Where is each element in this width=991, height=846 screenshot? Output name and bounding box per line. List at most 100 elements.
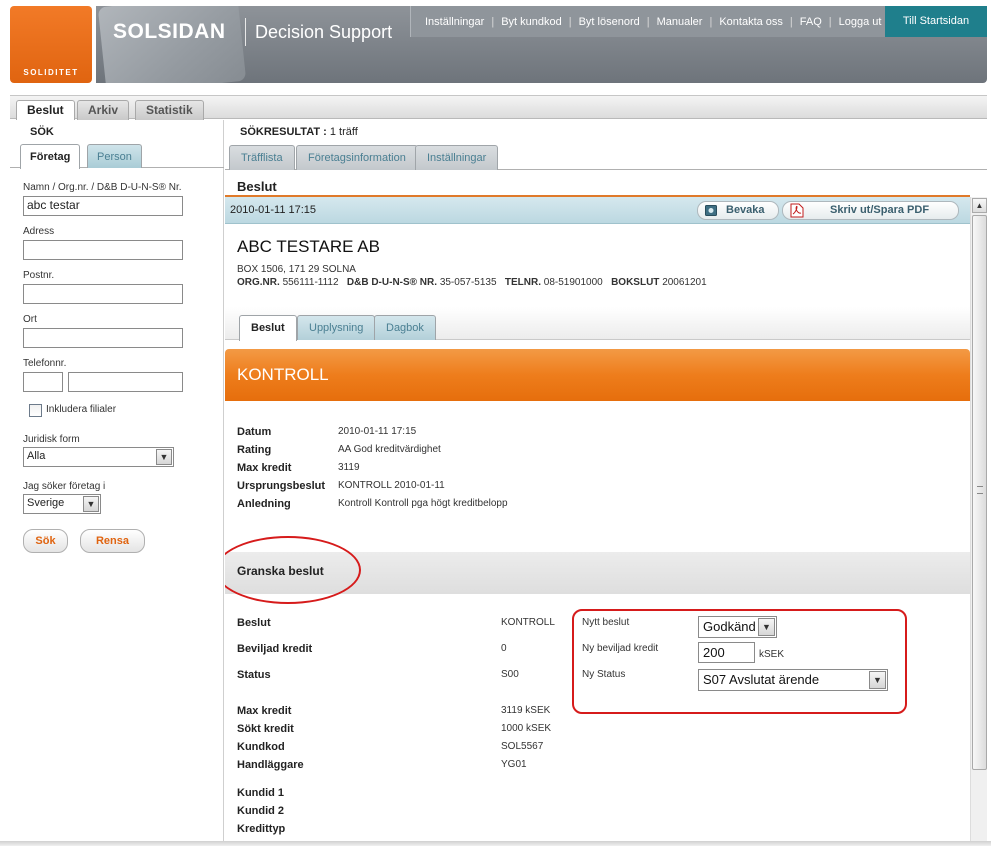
nav-link-label[interactable]: Logga ut bbox=[839, 16, 882, 28]
nav-byt-losenord[interactable]: Byt lösenord | bbox=[579, 16, 657, 28]
detail-value: AA God kreditvärdighet bbox=[338, 444, 441, 455]
tab-beslut[interactable]: Beslut bbox=[16, 100, 75, 121]
new-status-select[interactable]: S07 Avslutat ärende ▼ bbox=[698, 669, 888, 691]
nav-byt-kundkod[interactable]: Byt kundkod | bbox=[501, 16, 578, 28]
tel-label: TELNR. bbox=[504, 277, 541, 288]
tab-arkiv[interactable]: Arkiv bbox=[77, 100, 130, 120]
decision-heading: Beslut bbox=[237, 179, 277, 194]
ort-input[interactable] bbox=[23, 328, 183, 348]
review-label: Beslut bbox=[237, 617, 271, 629]
results-label: SÖKRESULTAT : bbox=[240, 126, 327, 138]
review-label: Sökt kredit bbox=[237, 723, 294, 735]
chevron-down-icon[interactable]: ▼ bbox=[758, 618, 775, 636]
new-credit-input[interactable]: 200 bbox=[698, 642, 755, 663]
new-status-label: Ny Status bbox=[582, 669, 626, 680]
detail-label: Anledning bbox=[237, 498, 291, 510]
tab-trafflista[interactable]: Träfflista bbox=[229, 145, 295, 170]
search-button[interactable]: Sök bbox=[23, 529, 68, 553]
chevron-down-icon[interactable]: ▼ bbox=[83, 496, 99, 512]
chevron-down-icon[interactable]: ▼ bbox=[869, 671, 886, 689]
tab-upplysning[interactable]: Upplysning bbox=[297, 315, 376, 340]
watch-button[interactable]: Bevaka bbox=[697, 201, 779, 220]
phone-number-input[interactable] bbox=[68, 372, 183, 392]
review-value: 1000 kSEK bbox=[501, 723, 552, 734]
phone-label: Telefonnr. bbox=[23, 358, 67, 369]
decision-toolbar: 2010-01-11 17:15 Bevaka Skriv ut/Spara P… bbox=[225, 197, 970, 224]
nav-kontakta-oss[interactable]: Kontakta oss | bbox=[719, 16, 799, 28]
nav-link-label[interactable]: Manualer bbox=[657, 16, 703, 28]
name-orgnr-input[interactable]: abc testar bbox=[23, 196, 183, 216]
logo-text: SOLIDITET bbox=[23, 68, 79, 77]
tab-inner-beslut[interactable]: Beslut bbox=[239, 315, 297, 341]
review-label: Max kredit bbox=[237, 705, 292, 717]
company-name: ABC TESTARE AB bbox=[237, 237, 380, 256]
review-label: Beviljad kredit bbox=[237, 643, 313, 655]
start-page-button[interactable]: Till Startsidan bbox=[885, 6, 987, 37]
company-identifiers: ORG.NR. 556111-1112 D&B D-U-N-S® NR. 35-… bbox=[237, 277, 707, 288]
main-tabs: Beslut Arkiv Statistik bbox=[10, 95, 987, 121]
review-label: Handläggare bbox=[237, 759, 304, 771]
search-panel: SÖK Företag Person Namn / Org.nr. / D&B … bbox=[10, 120, 224, 846]
review-label: Kredittyp bbox=[237, 823, 286, 835]
nav-link-label[interactable]: FAQ bbox=[800, 16, 822, 28]
results-count: 1 träff bbox=[329, 126, 358, 138]
brand-subtitle: Decision Support bbox=[255, 22, 393, 42]
nav-link-label[interactable]: Inställningar bbox=[425, 16, 484, 28]
postnr-label: Postnr. bbox=[23, 270, 55, 281]
search-title: SÖK bbox=[30, 126, 54, 138]
nav-link-label[interactable]: Byt lösenord bbox=[579, 16, 640, 28]
tab-person[interactable]: Person bbox=[87, 144, 142, 168]
legal-form-select[interactable]: Alla ▼ bbox=[23, 447, 174, 467]
print-pdf-label: Skriv ut/Spara PDF bbox=[830, 204, 930, 216]
bokslut-value: 20061201 bbox=[662, 277, 707, 288]
tab-foretagsinformation[interactable]: Företagsinformation bbox=[296, 145, 418, 170]
decision-content[interactable]: 2010-01-11 17:15 Bevaka Skriv ut/Spara P… bbox=[225, 197, 987, 846]
scroll-up-icon[interactable]: ▲ bbox=[972, 198, 987, 213]
detail-value: KONTROLL 2010-01-11 bbox=[338, 480, 445, 491]
review-value: KONTROLL bbox=[501, 617, 555, 628]
tab-installningar[interactable]: Inställningar bbox=[415, 145, 499, 170]
tab-statistik[interactable]: Statistik bbox=[135, 100, 204, 120]
address-input[interactable] bbox=[23, 240, 183, 260]
detail-label: Rating bbox=[237, 444, 272, 456]
nav-installningar[interactable]: Inställningar | bbox=[425, 16, 501, 28]
nav-manualer[interactable]: Manualer | bbox=[657, 16, 720, 28]
pdf-icon bbox=[790, 203, 804, 218]
duns-value: 35-057-5135 bbox=[439, 277, 497, 288]
nav-faq[interactable]: FAQ | bbox=[800, 16, 839, 28]
vertical-scrollbar[interactable]: ▲ bbox=[970, 197, 987, 846]
scroll-thumb[interactable] bbox=[972, 215, 987, 770]
tab-foretag[interactable]: Företag bbox=[20, 144, 81, 169]
country-select[interactable]: Sverige ▼ bbox=[23, 494, 101, 514]
new-decision-select[interactable]: Godkänd ▼ bbox=[698, 616, 777, 638]
legal-form-value: Alla bbox=[27, 450, 46, 462]
include-branches-checkbox[interactable] bbox=[29, 404, 42, 417]
header: SOLIDITET SOLSIDAN Decision Support Inst… bbox=[0, 0, 991, 88]
nav-link-label[interactable]: Kontakta oss bbox=[719, 16, 783, 28]
bokslut-label: BOKSLUT bbox=[611, 277, 660, 288]
duns-label: D&B D-U-N-S® NR. bbox=[346, 277, 438, 288]
window-bottom-edge bbox=[0, 841, 991, 846]
review-value: 0 bbox=[501, 643, 507, 654]
legal-form-label: Juridisk form bbox=[23, 434, 80, 445]
nav-logga-ut[interactable]: Logga ut bbox=[839, 16, 882, 28]
watch-icon bbox=[705, 205, 717, 216]
postnr-input[interactable] bbox=[23, 284, 183, 304]
status-banner: KONTROLL bbox=[225, 349, 970, 401]
clear-button[interactable]: Rensa bbox=[80, 529, 145, 553]
new-decision-value: Godkänd bbox=[703, 619, 756, 634]
review-value: SOL5567 bbox=[501, 741, 544, 752]
include-branches-label: Inkludera filialer bbox=[46, 404, 117, 415]
search-tabs: Företag Person bbox=[10, 143, 224, 169]
status-text: KONTROLL bbox=[237, 365, 329, 384]
results-tabs: Träfflista Företagsinformation Inställni… bbox=[225, 143, 987, 170]
country-value: Sverige bbox=[27, 497, 65, 509]
nav-link-label[interactable]: Byt kundkod bbox=[501, 16, 562, 28]
phone-area-input[interactable] bbox=[23, 372, 63, 392]
tab-dagbok[interactable]: Dagbok bbox=[374, 315, 436, 340]
watch-label: Bevaka bbox=[726, 204, 765, 216]
review-label: Status bbox=[237, 669, 271, 681]
soliditet-logo[interactable]: SOLIDITET bbox=[10, 6, 92, 83]
chevron-down-icon[interactable]: ▼ bbox=[156, 449, 172, 465]
print-pdf-button[interactable]: Skriv ut/Spara PDF bbox=[782, 201, 959, 220]
